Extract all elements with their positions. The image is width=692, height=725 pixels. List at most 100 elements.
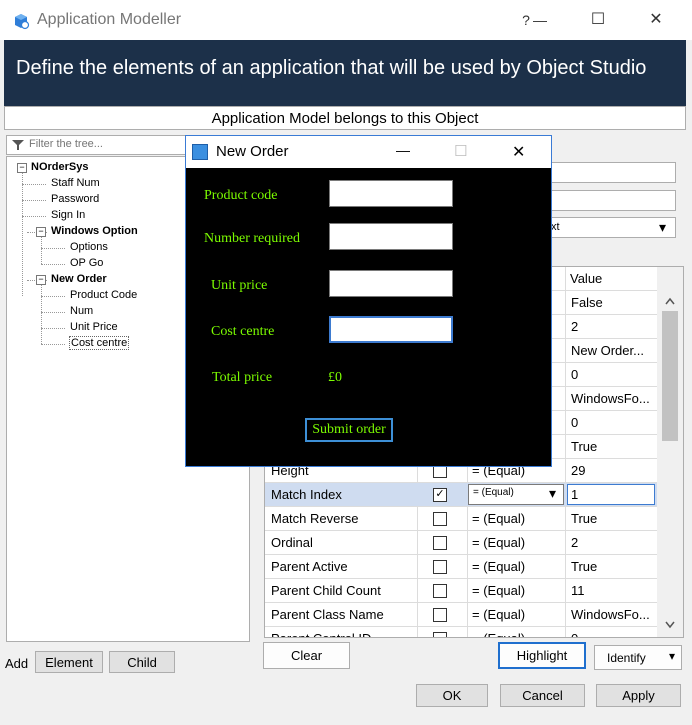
table-row[interactable]: Ordinal = (Equal) 2 — [265, 531, 657, 555]
tree-item-cost-centre[interactable]: Cost centre — [69, 336, 130, 350]
attribute-value: 29 — [571, 463, 586, 478]
attribute-value: 0 — [571, 367, 579, 382]
scroll-thumb[interactable] — [662, 311, 678, 441]
grid-scrollbar[interactable] — [657, 267, 683, 637]
tree-filter[interactable] — [6, 135, 186, 155]
unit-price-label: Unit price — [211, 278, 268, 293]
match-checkbox[interactable] — [433, 512, 447, 526]
match-checkbox[interactable] — [433, 584, 447, 598]
app-icon — [15, 14, 30, 30]
match-checkbox[interactable] — [433, 608, 447, 622]
minimize-button[interactable]: — — [530, 6, 550, 34]
number-required-label: Number required — [204, 231, 301, 246]
submit-order-button[interactable]: Submit order — [305, 418, 393, 442]
chevron-down-icon[interactable]: ▾ — [669, 649, 675, 663]
attribute-name: Match Index — [271, 487, 342, 502]
window-title: Application Modeller — [37, 11, 182, 28]
element-name-field[interactable] — [548, 162, 676, 183]
match-type[interactable]: = (Equal) — [472, 555, 562, 578]
table-row[interactable]: Parent Control ID = (Equal) 0 — [265, 627, 657, 637]
element-type-select[interactable]: xt ▾ — [548, 217, 676, 238]
chevron-down-icon[interactable]: ▾ — [549, 485, 556, 502]
table-row[interactable]: Match Reverse = (Equal) True — [265, 507, 657, 531]
tree-item-sign-in[interactable]: Sign In — [51, 209, 85, 221]
tree-item-num[interactable]: Num — [70, 305, 93, 317]
element-type-value: xt — [551, 221, 560, 233]
attribute-name: Parent Control ID — [271, 627, 415, 637]
match-checkbox[interactable] — [433, 536, 447, 550]
apply-button[interactable]: Apply — [596, 684, 681, 707]
tree-item-password[interactable]: Password — [51, 193, 99, 205]
attribute-value: True — [571, 511, 598, 526]
tree-item-new-order[interactable]: New Order — [51, 273, 107, 285]
attribute-value: 11 — [571, 583, 585, 598]
tree-item-options[interactable]: Options — [70, 241, 108, 253]
match-checkbox-checked[interactable]: ✓ — [433, 488, 447, 502]
attribute-value: True — [571, 559, 598, 574]
cancel-button[interactable]: Cancel — [500, 684, 585, 707]
table-row[interactable]: Parent Class Name = (Equal) WindowsFo... — [265, 603, 657, 627]
product-code-input[interactable] — [329, 180, 453, 207]
product-code-label: Product code — [204, 188, 278, 203]
attribute-value: New Order... — [571, 343, 644, 358]
add-child-button[interactable]: Child — [109, 651, 175, 673]
match-checkbox[interactable] — [433, 560, 447, 574]
element-description-field[interactable] — [548, 190, 676, 211]
total-price-label: Total price — [212, 370, 273, 385]
attribute-value: WindowsFo... — [571, 607, 650, 622]
unit-price-input[interactable] — [329, 270, 453, 297]
cost-centre-input[interactable] — [329, 316, 453, 343]
tree-item-product-code[interactable]: Product Code — [70, 289, 137, 301]
attribute-value: 0 — [571, 415, 579, 430]
scroll-down-icon[interactable] — [665, 621, 675, 629]
match-type[interactable]: = (Equal) — [472, 507, 562, 530]
attribute-value: 2 — [571, 535, 579, 550]
tree-item-op-go[interactable]: OP Go — [70, 257, 103, 269]
tree-item-windows-option[interactable]: Windows Option — [51, 225, 138, 237]
match-index-value-input[interactable]: 1 — [567, 484, 655, 505]
match-checkbox[interactable] — [433, 632, 447, 637]
filter-input[interactable] — [29, 138, 179, 150]
identify-label: Identify — [607, 651, 646, 665]
dialog-title-bar: New Order — ☐ ✕ — [186, 136, 551, 168]
attribute-name: Parent Class Name — [271, 607, 384, 622]
scroll-up-icon[interactable] — [665, 297, 675, 305]
collapse-new-order-icon[interactable]: − — [36, 275, 46, 285]
dialog-minimize-button[interactable]: — — [396, 142, 410, 158]
banner-text: Define the elements of an application th… — [16, 57, 647, 79]
new-order-dialog[interactable]: New Order — ☐ ✕ Product code Number requ… — [185, 135, 552, 467]
attribute-name: Parent Active — [271, 559, 348, 574]
match-type[interactable]: = (Equal) — [472, 603, 562, 626]
match-type[interactable]: = (Equal) — [472, 579, 562, 602]
tree-root-norderSys[interactable]: NOrderSys — [31, 161, 88, 173]
identify-split-button[interactable]: Identify ▾ — [594, 645, 682, 670]
collapse-windows-option-icon[interactable]: − — [36, 227, 46, 237]
cost-centre-label: Cost centre — [211, 324, 275, 339]
dialog-maximize-button[interactable]: ☐ — [454, 142, 467, 160]
attribute-value: True — [571, 439, 598, 454]
table-row[interactable]: Parent Active = (Equal) True — [265, 555, 657, 579]
clear-button[interactable]: Clear — [263, 642, 350, 669]
object-owner-row: Application Model belongs to this Object — [4, 106, 686, 130]
match-type[interactable]: = (Equal) — [472, 627, 562, 637]
highlight-button[interactable]: Highlight — [498, 642, 586, 669]
number-required-input[interactable] — [329, 223, 453, 250]
total-price-value: £0 — [328, 370, 342, 385]
dialog-title: New Order — [216, 143, 289, 160]
form-icon — [192, 144, 208, 160]
collapse-root-icon[interactable]: − — [17, 163, 27, 173]
match-type[interactable]: = (Equal) — [472, 531, 562, 554]
table-row-selected[interactable]: Match Index ✓ = (Equal) ▾ 1 — [265, 483, 657, 507]
match-type-value: = (Equal) — [473, 487, 514, 498]
ok-button[interactable]: OK — [416, 684, 488, 707]
maximize-button[interactable]: ☐ — [584, 6, 612, 34]
tree-item-staff-num[interactable]: Staff Num — [51, 177, 100, 189]
attribute-name: Match Reverse — [271, 511, 359, 526]
tree-item-unit-price[interactable]: Unit Price — [70, 321, 118, 333]
close-button[interactable]: ✕ — [642, 6, 670, 34]
match-type-select[interactable]: = (Equal) ▾ — [468, 484, 564, 505]
add-element-button[interactable]: Element — [35, 651, 103, 673]
chevron-down-icon[interactable]: ▾ — [659, 219, 666, 236]
dialog-close-button[interactable]: ✕ — [512, 142, 525, 162]
table-row[interactable]: Parent Child Count = (Equal) 11 — [265, 579, 657, 603]
